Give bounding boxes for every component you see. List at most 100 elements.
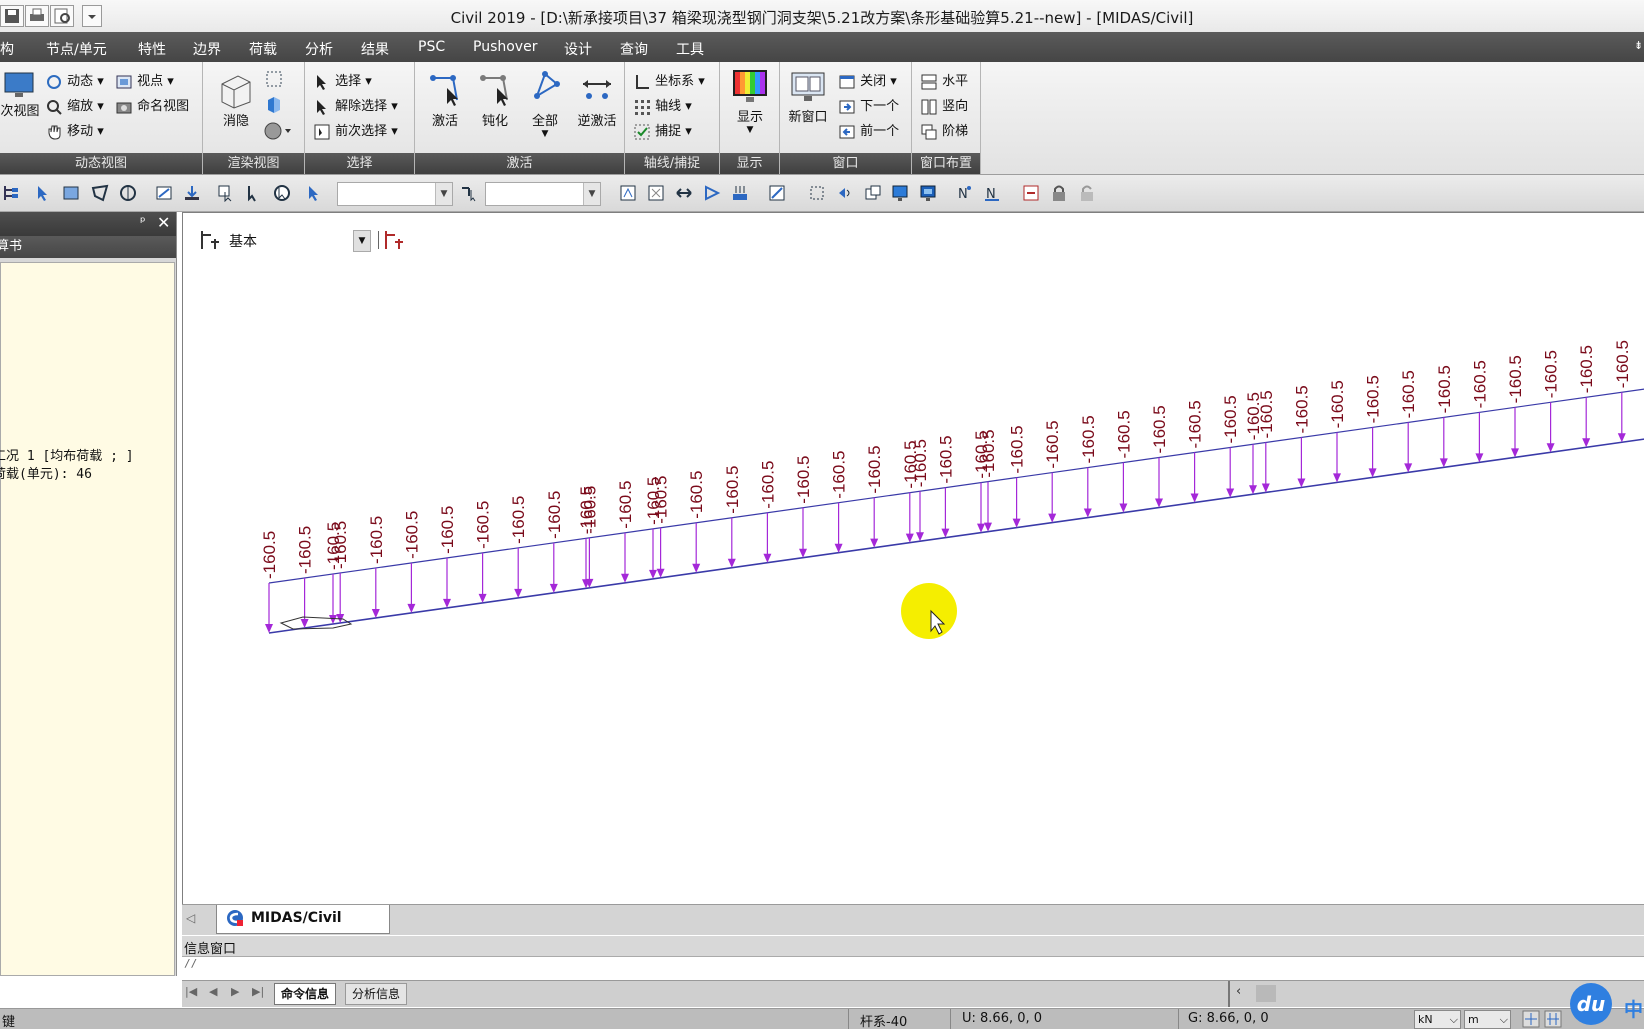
prev-view-button[interactable]: 次视图 — [0, 70, 40, 119]
menu-boundary[interactable]: 边界 — [193, 39, 221, 59]
snap-button[interactable]: 捕捉 ▾ — [633, 120, 692, 141]
select-single-icon[interactable] — [34, 184, 52, 202]
rotate-icon — [47, 74, 61, 89]
h-scroll-left-icon[interactable]: ‹ — [1236, 984, 1241, 999]
menu-structure[interactable]: 结构 — [0, 39, 14, 59]
viewpoint-button[interactable]: 视点 ▾ — [115, 70, 174, 91]
element-number-icon[interactable]: N — [983, 184, 1001, 202]
dynamic-button[interactable]: 动态 ▾ — [45, 70, 104, 91]
menu-results[interactable]: 结果 — [361, 39, 389, 59]
hidden-view-icon[interactable] — [836, 184, 854, 202]
menu-properties[interactable]: 特性 — [138, 39, 166, 59]
ribbon-collapse-icon[interactable]: ⇟ — [1634, 39, 1643, 52]
iso-view-icon[interactable] — [891, 184, 909, 202]
tile-horizontal-button[interactable]: 水平 — [920, 70, 968, 91]
select-plane-icon[interactable] — [155, 184, 173, 202]
chevron-down-icon[interactable]: ▼ — [583, 183, 600, 205]
close-icon[interactable]: ✕ — [157, 213, 170, 232]
tab-analysis-info[interactable]: 分析信息 — [345, 983, 408, 1005]
deactivate-button[interactable]: 钝化 — [477, 70, 513, 129]
shrink-view-icon[interactable] — [864, 184, 882, 202]
tab-command-info[interactable]: 命令信息 — [274, 983, 337, 1005]
command-input[interactable]: // — [182, 957, 1644, 976]
menu-psc[interactable]: PSC — [418, 39, 445, 55]
pin-icon[interactable]: ᵖ — [140, 215, 146, 230]
grid-toggle-icon[interactable] — [1544, 1010, 1562, 1028]
element-select-icon[interactable] — [460, 184, 478, 202]
next-page-icon[interactable]: ▶ — [231, 985, 239, 998]
move-button[interactable]: 移动 ▾ — [45, 120, 104, 141]
splitter[interactable] — [1228, 981, 1230, 1007]
menu-analysis[interactable]: 分析 — [305, 39, 333, 59]
select-intersect-icon[interactable] — [119, 184, 137, 202]
load-arrow-head — [549, 583, 558, 593]
h-scrollbar-thumb[interactable] — [1256, 985, 1276, 1002]
prev-page-icon[interactable]: ◀ — [209, 985, 217, 998]
select-previous-icon[interactable] — [217, 184, 235, 202]
activate-all-button[interactable]: 全部 ▼ — [527, 70, 563, 139]
length-unit-select[interactable]: m ⌵ — [1464, 1010, 1511, 1029]
load-arrow-head — [1012, 518, 1021, 528]
select-button[interactable]: 选择 ▾ — [313, 70, 372, 91]
display-options-icon[interactable] — [1022, 184, 1040, 202]
activate-all-tb-icon[interactable] — [703, 184, 721, 202]
element-select-combo[interactable]: ▼ — [485, 182, 601, 206]
ucs-button[interactable]: 坐标系 ▾ — [633, 70, 705, 91]
deselect-button[interactable]: 解除选择 ▾ — [313, 95, 398, 116]
zoom-button[interactable]: 缩放 ▾ — [45, 95, 104, 116]
tab-midas-civil[interactable]: MIDAS/Civil — [216, 905, 390, 934]
menu-pushover[interactable]: Pushover — [473, 39, 537, 55]
select-polygon-icon[interactable] — [91, 184, 109, 202]
tile-vertical-button[interactable]: 竖向 — [920, 95, 968, 116]
menu-tools[interactable]: 工具 — [676, 39, 704, 59]
lock-icon[interactable] — [1050, 184, 1068, 202]
wireframe-icon[interactable] — [263, 68, 285, 90]
inverse-tb-icon[interactable] — [675, 184, 693, 202]
snap-toggle-icon[interactable] — [1522, 1010, 1540, 1028]
close-window-button[interactable]: 关闭 ▾ — [838, 70, 897, 91]
zoom-fit-icon[interactable] — [768, 184, 786, 202]
render-view-icon[interactable] — [919, 184, 937, 202]
menu-design[interactable]: 设计 — [564, 39, 592, 59]
node-number-icon[interactable]: N — [955, 184, 973, 202]
cascade-button[interactable]: 阶梯 — [920, 120, 968, 141]
new-window-button[interactable]: 新窗口 — [786, 70, 830, 125]
select-all-icon[interactable] — [273, 184, 291, 202]
select-by-id-icon[interactable] — [305, 184, 323, 202]
menu-node-element[interactable]: 节点/单元 — [46, 39, 107, 59]
menu-query[interactable]: 查询 — [620, 39, 648, 59]
baidu-ime-logo-icon[interactable]: du — [1570, 983, 1612, 1025]
display-dropdown-icon[interactable]: ▼ — [728, 125, 772, 135]
activate-tb-icon[interactable] — [619, 184, 637, 202]
tab-scroll-left-icon[interactable]: ◁ — [186, 911, 195, 925]
select-window-icon[interactable] — [62, 184, 80, 202]
prev-window-button[interactable]: 前一个 — [838, 120, 899, 141]
unselect-icon[interactable] — [245, 184, 263, 202]
unlock-icon[interactable] — [1078, 184, 1096, 202]
render-options-icon[interactable] — [263, 120, 293, 142]
deactivate-tb-icon[interactable] — [647, 184, 665, 202]
chevron-down-icon[interactable]: ▼ — [435, 183, 452, 205]
menu-load[interactable]: 荷载 — [249, 39, 277, 59]
activate-button[interactable]: 激活 — [427, 70, 463, 129]
node-select-combo[interactable]: ▼ — [337, 182, 453, 206]
status-divider — [950, 1009, 951, 1029]
display-button[interactable]: 显示 ▼ — [728, 68, 772, 135]
grid-button[interactable]: 轴线 ▾ — [633, 95, 692, 116]
model-view[interactable]: 基本 ▼ -160.5 -160.5 -160.5 -160.5 -160.5 -160.… — [182, 212, 1644, 905]
hide-button[interactable]: 消隐 — [211, 70, 261, 129]
force-unit-select[interactable]: kN ⌵ — [1414, 1010, 1461, 1029]
zoom-window-icon[interactable] — [808, 184, 826, 202]
inverse-activate-button[interactable]: 逆激活 — [575, 70, 619, 129]
next-window-button[interactable]: 下一个 — [838, 95, 899, 116]
select-volume-icon[interactable] — [183, 184, 201, 202]
shading-icon[interactable] — [263, 94, 285, 116]
ime-chinese-label[interactable]: 中 — [1624, 995, 1643, 1022]
activate-all-dropdown-icon[interactable]: ▼ — [527, 129, 563, 139]
activate-property-tb-icon[interactable] — [731, 184, 749, 202]
named-view-button[interactable]: 命名视图 — [115, 95, 189, 116]
previous-select-button[interactable]: 前次选择 ▾ — [313, 120, 398, 141]
first-page-icon[interactable]: |◀ — [185, 985, 197, 998]
last-page-icon[interactable]: ▶| — [252, 985, 264, 998]
tree-menu-icon[interactable] — [2, 184, 20, 202]
